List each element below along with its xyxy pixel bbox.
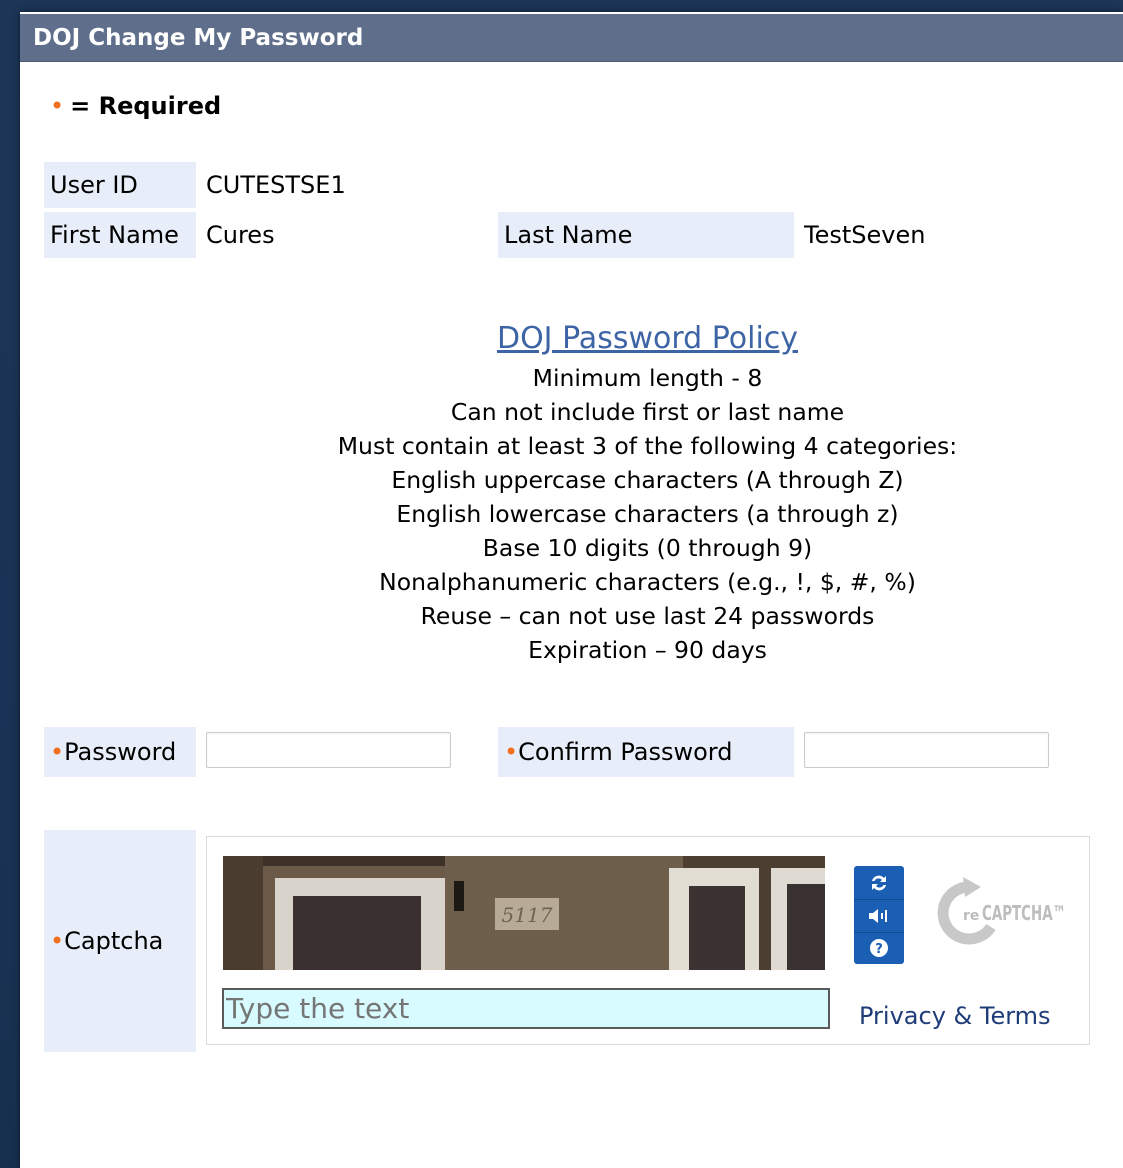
privacy-terms-link[interactable]: Privacy & Terms: [859, 1002, 1051, 1030]
policy-line: Can not include first or last name: [450, 398, 845, 426]
captcha-image-text: 5117: [502, 903, 553, 927]
required-legend: • = Required: [50, 92, 221, 120]
confirm-password-label-text: Confirm Password: [518, 738, 733, 766]
confirm-password-input[interactable]: [804, 732, 1049, 768]
password-input[interactable]: [206, 732, 451, 768]
password-policy-link[interactable]: DOJ Password Policy: [497, 317, 798, 361]
captcha-label: • Captcha: [44, 830, 196, 1052]
svg-text:?: ?: [875, 942, 883, 957]
first-name-label: First Name: [44, 212, 196, 258]
user-id-label: User ID: [44, 162, 196, 208]
password-label: • Password: [44, 727, 196, 777]
svg-text:CAPTCHA™: CAPTCHA™: [982, 901, 1066, 925]
help-icon[interactable]: ?: [854, 932, 904, 964]
password-policy: DOJ Password Policy Minimum length - 8 C…: [170, 317, 1123, 667]
required-dot: •: [50, 738, 65, 766]
captcha-controls: ?: [854, 866, 904, 964]
confirm-password-label: • Confirm Password: [498, 727, 794, 777]
policy-line: Must contain at least 3 of the following…: [337, 432, 958, 460]
recaptcha-widget: 5117 ? re CAPTCHA™ Privacy & Terms: [206, 836, 1090, 1045]
policy-line: Expiration – 90 days: [528, 636, 767, 664]
policy-line: Base 10 digits (0 through 9): [482, 534, 813, 562]
svg-text:re: re: [963, 908, 979, 924]
required-legend-text: = Required: [70, 92, 222, 120]
policy-line: Nonalphanumeric characters (e.g., !, $, …: [379, 568, 916, 596]
captcha-image: 5117: [223, 856, 825, 970]
required-dot: •: [50, 92, 65, 120]
refresh-icon[interactable]: [854, 866, 904, 900]
last-name-label: Last Name: [498, 212, 794, 258]
recaptcha-logo: re CAPTCHA™: [929, 873, 1079, 953]
policy-line: Reuse – can not use last 24 passwords: [420, 602, 875, 630]
policy-line: English lowercase characters (a through …: [396, 500, 899, 528]
captcha-response-input[interactable]: [222, 988, 830, 1029]
policy-line: Minimum length - 8: [532, 364, 763, 392]
captcha-label-text: Captcha: [64, 927, 164, 955]
required-dot: •: [504, 738, 519, 766]
audio-icon[interactable]: [854, 899, 904, 933]
last-name-value: TestSeven: [804, 221, 926, 249]
first-name-value: Cures: [206, 221, 275, 249]
password-label-text: Password: [64, 738, 177, 766]
change-password-panel: DOJ Change My Password • = Required User …: [20, 12, 1123, 1168]
user-id-value: CUTESTSE1: [206, 171, 346, 199]
policy-line: English uppercase characters (A through …: [391, 466, 904, 494]
required-dot: •: [50, 927, 65, 955]
window-title: DOJ Change My Password: [20, 14, 1123, 62]
